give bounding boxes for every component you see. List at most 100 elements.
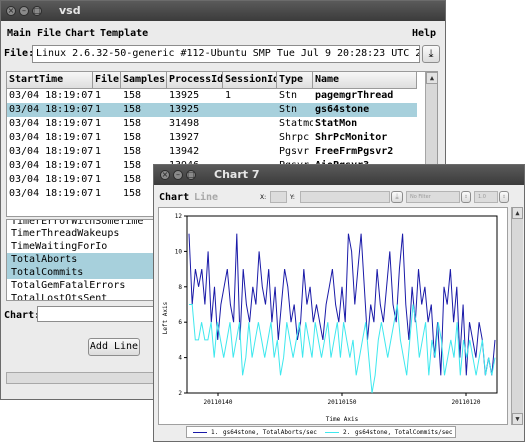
multiplier-value: 1.0 bbox=[478, 194, 486, 200]
series-line-total-aborts bbox=[188, 233, 496, 376]
col-header-starttime[interactable]: StartTime bbox=[7, 72, 93, 89]
cell-processid: 13927 bbox=[169, 132, 200, 143]
table-row[interactable]: 03/04 18:19:07 1 158 13925 1 Stn pagemgr… bbox=[7, 89, 417, 103]
cell-starttime: 03/04 18:19:07 bbox=[9, 174, 93, 185]
cell-type: Shrpc bbox=[279, 132, 310, 143]
cell-starttime: 03/04 18:19:07 bbox=[9, 146, 93, 157]
line-chart: 2 4 6 8 10 12 20110140 20110150 20110120 Left A… bbox=[162, 213, 498, 423]
stat-item-selected[interactable]: TotalAborts bbox=[7, 253, 165, 266]
stat-list: TimerErrorWithSomeTime TimerThreadWakeup… bbox=[6, 219, 166, 301]
x-axis-select[interactable] bbox=[270, 191, 287, 203]
cell-starttime: 03/04 18:19:07 bbox=[9, 132, 93, 143]
scroll-down-icon[interactable]: ▼ bbox=[512, 413, 523, 425]
y-axis-download-icon[interactable]: ⤓ bbox=[391, 191, 403, 203]
scroll-up-icon[interactable]: ▲ bbox=[426, 72, 437, 84]
multiplier-stepper[interactable]: ⇕ bbox=[499, 191, 509, 203]
col-header-name[interactable]: Name bbox=[313, 72, 417, 89]
cell-starttime: 03/04 18:19:07 bbox=[9, 104, 93, 115]
file-label: File: bbox=[4, 48, 35, 59]
y-tick-label: 4 bbox=[178, 355, 182, 362]
y-tick-label: 6 bbox=[178, 319, 182, 326]
cell-type: Stn bbox=[279, 104, 298, 115]
table-row[interactable]: 03/04 18:19:07 1 158 13942 Pgsvr FreeFrm… bbox=[7, 145, 417, 159]
legend-num-aborts: 1. bbox=[211, 429, 219, 436]
file-select-value: Linux 2.6.32-50-generic #112-Ubuntu SMP … bbox=[36, 48, 419, 59]
cell-samples: 158 bbox=[123, 132, 142, 143]
filter-value: No Filter bbox=[410, 194, 431, 200]
chart-titlebar[interactable]: × – □ Chart 7 bbox=[154, 165, 524, 185]
menu-file[interactable]: File bbox=[37, 28, 61, 39]
cell-file: 1 bbox=[95, 146, 102, 157]
legend-panel: 1. gs64stone, TotalAborts/sec 2. gs64sto… bbox=[186, 426, 456, 438]
stat-item[interactable]: TotalGemFatalErrors bbox=[7, 279, 165, 292]
file-select[interactable]: Linux 2.6.32-50-generic #112-Ubuntu SMP … bbox=[32, 45, 420, 63]
table-row[interactable]: 03/04 18:19:07 1 158 31498 Statmon StatM… bbox=[7, 117, 417, 131]
close-icon[interactable]: × bbox=[160, 170, 170, 180]
series-line-total-commits bbox=[189, 304, 496, 394]
cell-starttime: 03/04 18:19:07 bbox=[9, 118, 93, 129]
chart-menu-line[interactable]: Line bbox=[194, 192, 218, 203]
cell-file: 1 bbox=[95, 160, 102, 171]
status-bar bbox=[6, 372, 166, 384]
y-tick-label: 12 bbox=[175, 213, 183, 220]
stat-item[interactable]: TimeWaitingForIo bbox=[7, 240, 165, 253]
cell-type: Statmon bbox=[279, 118, 313, 129]
col-header-file[interactable]: File bbox=[93, 72, 121, 89]
cell-type: Pgsvr bbox=[279, 146, 310, 157]
chart-menu-chart[interactable]: Chart bbox=[159, 192, 189, 203]
y-axis-select[interactable] bbox=[300, 191, 390, 203]
cell-processid: 31498 bbox=[169, 118, 200, 129]
legend-label-commits: gs64stone, TotalCommits/sec bbox=[355, 429, 453, 436]
chart-scrollbar[interactable]: ▲ ▼ bbox=[511, 207, 523, 425]
filter-dropdown-icon[interactable]: ⇕ bbox=[461, 191, 471, 203]
cell-name: gs64stone bbox=[315, 104, 370, 115]
chart-select[interactable] bbox=[37, 306, 167, 322]
menu-main[interactable]: Main bbox=[7, 28, 31, 39]
stat-item[interactable]: TimerThreadWakeups bbox=[7, 227, 165, 240]
cell-name: FreeFrmPgsvr2 bbox=[315, 146, 394, 157]
cell-samples: 158 bbox=[123, 146, 142, 157]
menu-chart[interactable]: Chart bbox=[65, 28, 95, 39]
cell-samples: 158 bbox=[123, 118, 142, 129]
y-axis-label: Y: bbox=[290, 194, 295, 201]
minimize-icon[interactable]: – bbox=[173, 170, 183, 180]
col-header-processid[interactable]: ProcessId bbox=[167, 72, 223, 89]
stat-item-selected[interactable]: TotalCommits bbox=[7, 266, 165, 279]
cell-file: 1 bbox=[95, 104, 102, 115]
cell-file: 1 bbox=[95, 90, 102, 101]
maximize-icon[interactable]: □ bbox=[32, 6, 42, 16]
legend-num-commits: 2. bbox=[343, 429, 351, 436]
table-row[interactable]: 03/04 18:19:07 1 158 13927 Shrpc ShrPcMo… bbox=[7, 131, 417, 145]
y-tick-label: 8 bbox=[178, 284, 182, 291]
y-axis-title: Left Axis bbox=[162, 301, 169, 334]
col-header-samples[interactable]: Samples bbox=[121, 72, 167, 89]
cell-starttime: 03/04 18:19:07 bbox=[9, 188, 93, 199]
download-button[interactable]: ⤓ bbox=[422, 45, 440, 63]
legend-swatch-commits bbox=[325, 432, 339, 433]
menu-template[interactable]: Template bbox=[100, 28, 148, 39]
col-header-type[interactable]: Type bbox=[277, 72, 313, 89]
y-tick-label: 10 bbox=[175, 248, 183, 255]
cell-processid: 13925 bbox=[169, 104, 200, 115]
table-row-selected[interactable]: 03/04 18:19:07 1 158 13925 Stn gs64stone bbox=[7, 103, 417, 117]
vsd-titlebar[interactable]: × – □ vsd bbox=[1, 1, 445, 21]
chart-window: × – □ Chart 7 Chart Line X: Y: ⤓ No Filt… bbox=[153, 164, 525, 442]
maximize-icon[interactable]: □ bbox=[186, 170, 196, 180]
stat-item[interactable]: TotalLostOtsSent bbox=[7, 292, 165, 300]
multiplier-field[interactable]: 1.0 bbox=[474, 191, 498, 203]
scroll-up-icon[interactable]: ▲ bbox=[512, 207, 523, 219]
cell-type: Stn bbox=[279, 90, 298, 101]
cell-sessionid: 1 bbox=[225, 90, 232, 101]
cell-processid: 13942 bbox=[169, 146, 200, 157]
col-header-sessionid[interactable]: SessionId bbox=[223, 72, 277, 89]
cell-starttime: 03/04 18:19:07 bbox=[9, 90, 93, 101]
x-axis-title: Time Axis bbox=[326, 416, 359, 423]
y-tick-label: 2 bbox=[178, 390, 182, 397]
add-line-button[interactable]: Add Line bbox=[88, 338, 140, 356]
filter-select[interactable]: No Filter bbox=[406, 191, 460, 203]
minimize-icon[interactable]: – bbox=[19, 6, 29, 16]
menu-help[interactable]: Help bbox=[412, 28, 436, 39]
cell-name: ShrPcMonitor bbox=[315, 132, 388, 143]
close-icon[interactable]: × bbox=[6, 6, 16, 16]
x-axis-label: X: bbox=[260, 194, 267, 201]
